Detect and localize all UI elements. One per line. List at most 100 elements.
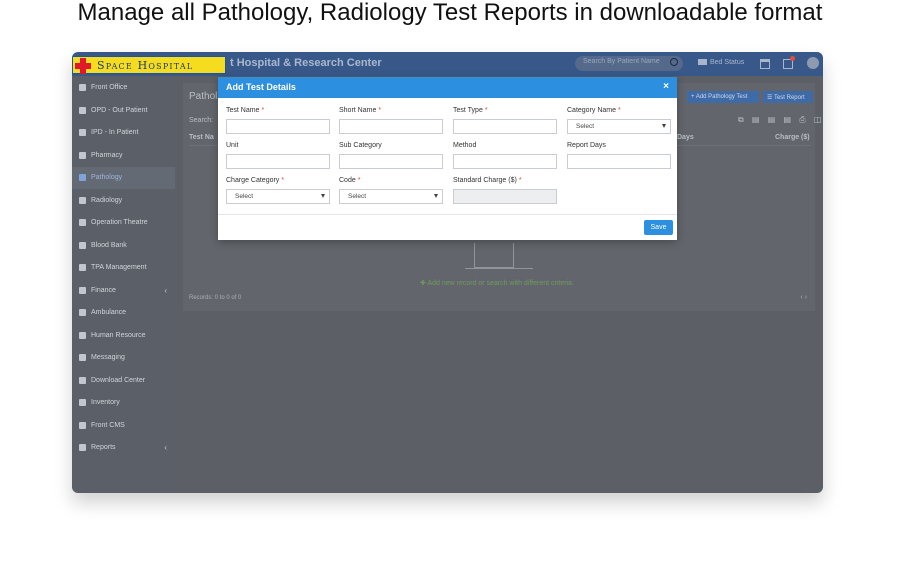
- records-count: Records: 0 to 0 of 0: [189, 295, 242, 301]
- sidebar-item-inventory[interactable]: Inventory: [72, 392, 175, 414]
- sidebar-item-operation-theatre[interactable]: Operation Theatre: [72, 212, 175, 234]
- close-icon[interactable]: ×: [663, 81, 669, 92]
- sidebar-item-label: Pathology: [91, 174, 123, 181]
- radiology-icon: [79, 196, 86, 204]
- bed-icon: [698, 59, 707, 65]
- sidebar-item-label: Radiology: [91, 196, 123, 204]
- add-pathology-test-button[interactable]: + Add Pathology Test: [687, 91, 759, 103]
- page-headline: Manage all Pathology, Radiology Test Rep…: [77, 0, 823, 26]
- sub-category-input[interactable]: [339, 154, 443, 169]
- test-name-input[interactable]: [226, 119, 330, 134]
- code-value: Select: [348, 193, 367, 200]
- charge-category-select[interactable]: Select: [226, 189, 330, 204]
- calendar-icon[interactable]: [760, 59, 770, 69]
- sidebar-item-label: Front CMS: [91, 421, 125, 429]
- chevron-down-icon: [434, 194, 438, 198]
- standard-charge-label: Standard Charge ($) *: [453, 177, 522, 184]
- code-select[interactable]: Select: [339, 189, 443, 204]
- front-office-icon: [79, 84, 86, 91]
- sidebar-item-label: Blood Bank: [91, 241, 127, 249]
- sidebar-item-label: Front Office: [91, 84, 128, 91]
- sidebar-item-reports[interactable]: Reports ‹: [72, 437, 175, 459]
- sidebar-item-label: Download Center: [91, 376, 146, 384]
- sidebar-item-label: Inventory: [91, 399, 120, 406]
- short-name-input[interactable]: [339, 119, 443, 134]
- charge-category-label: Charge Category *: [226, 177, 285, 184]
- export-icons[interactable]: ⧉ ▤ ▤ ▤ ⎙ ◫: [738, 115, 823, 125]
- test-type-input[interactable]: [453, 119, 557, 134]
- sidebar-item-human-resource[interactable]: Human Resource: [72, 325, 175, 347]
- test-type-label: Test Type *: [453, 107, 488, 114]
- report-days-label: Report Days: [567, 142, 606, 149]
- chevron-down-icon: [662, 124, 666, 128]
- category-name-label: Category Name *: [567, 107, 621, 114]
- sidebar-item-label: TPA Management: [91, 264, 147, 271]
- column-header-test-name[interactable]: Test Na: [189, 134, 214, 141]
- code-label: Code *: [339, 177, 361, 184]
- sidebar-item-messaging[interactable]: Messaging: [72, 347, 175, 369]
- sidebar-item-download-center[interactable]: Download Center: [72, 370, 175, 392]
- test-name-label: Test Name *: [226, 107, 265, 114]
- sidebar-item-label: Human Resource: [91, 331, 146, 339]
- sidebar-item-radiology[interactable]: Radiology: [72, 190, 175, 212]
- logo-text: Space Hospital: [97, 59, 194, 72]
- sidebar-item-front-cms[interactable]: Front CMS: [72, 415, 175, 437]
- sub-category-label: Sub Category: [339, 142, 382, 149]
- unit-input[interactable]: [226, 154, 330, 169]
- sidebar-item-ambulance[interactable]: Ambulance: [72, 302, 175, 324]
- column-header-charge[interactable]: Charge ($): [775, 134, 810, 141]
- empty-state-message[interactable]: ✚ Add new record or search with differen…: [420, 279, 574, 287]
- search-icon[interactable]: [670, 58, 678, 66]
- hospital-logo[interactable]: Space Hospital: [72, 56, 226, 74]
- user-avatar[interactable]: [807, 57, 819, 69]
- inventory-icon: [79, 399, 86, 406]
- human-resource-icon: [79, 331, 86, 339]
- charge-category-value: Select: [235, 193, 254, 200]
- sidebar-item-pharmacy[interactable]: Pharmacy: [72, 145, 175, 167]
- bed-status-button[interactable]: Bed Status: [698, 59, 744, 66]
- save-button[interactable]: Save: [644, 220, 673, 235]
- sidebar-item-tpa-management[interactable]: TPA Management: [72, 257, 175, 279]
- short-name-label: Short Name *: [339, 107, 382, 114]
- method-input[interactable]: [453, 154, 557, 169]
- chevron-left-icon: ‹: [164, 443, 167, 452]
- bed-status-label: Bed Status: [710, 59, 745, 66]
- sidebar-item-finance[interactable]: Finance ‹: [72, 280, 175, 302]
- category-name-select[interactable]: Select: [567, 119, 671, 134]
- sidebar-item-label: OPD - Out Patient: [91, 106, 148, 114]
- unit-label: Unit: [226, 142, 239, 149]
- method-label: Method: [453, 142, 477, 149]
- modal-footer-divider: [218, 214, 677, 215]
- sidebar-item-front-office[interactable]: Front Office: [72, 77, 175, 99]
- standard-charge-input: [453, 189, 557, 204]
- report-days-input[interactable]: [567, 154, 671, 169]
- blood-bank-icon: [79, 241, 86, 249]
- sidebar-item-pathology[interactable]: Pathology: [72, 167, 175, 189]
- sidebar-item-label: Operation Theatre: [91, 219, 148, 226]
- download-center-icon: [79, 376, 86, 384]
- notification-dot: [790, 56, 795, 61]
- medical-cross-icon: [75, 58, 91, 74]
- test-report-button[interactable]: ☰ Test Report: [763, 91, 813, 103]
- patient-search-input[interactable]: Search By Patient Name: [575, 56, 683, 71]
- sidebar-item-label: Reports: [91, 444, 116, 451]
- pagination[interactable]: ‹ ›: [800, 294, 807, 301]
- sidebar-item-opd-out-patient[interactable]: OPD - Out Patient: [72, 100, 175, 122]
- sidebar-item-label: Finance: [91, 286, 116, 294]
- opd-out-patient-icon: [79, 106, 86, 114]
- sidebar-item-label: Ambulance: [91, 309, 127, 316]
- sidebar-item-label: Pharmacy: [91, 151, 123, 159]
- chevron-left-icon: ‹: [164, 285, 167, 295]
- messaging-icon: [79, 354, 86, 361]
- modal-title: Add Test Details: [226, 82, 296, 92]
- empty-state-base: [465, 268, 533, 269]
- reports-icon: [79, 444, 86, 451]
- page-title: Pathol: [189, 91, 218, 102]
- sidebar-item-label: IPD - In Patient: [91, 129, 139, 136]
- finance-icon: [79, 286, 86, 294]
- front-cms-icon: [79, 421, 86, 429]
- category-name-value: Select: [576, 123, 595, 130]
- pathology-icon: [79, 174, 86, 181]
- sidebar-item-ipd-in-patient[interactable]: IPD - In Patient: [72, 122, 175, 144]
- sidebar-item-blood-bank[interactable]: Blood Bank: [72, 235, 175, 257]
